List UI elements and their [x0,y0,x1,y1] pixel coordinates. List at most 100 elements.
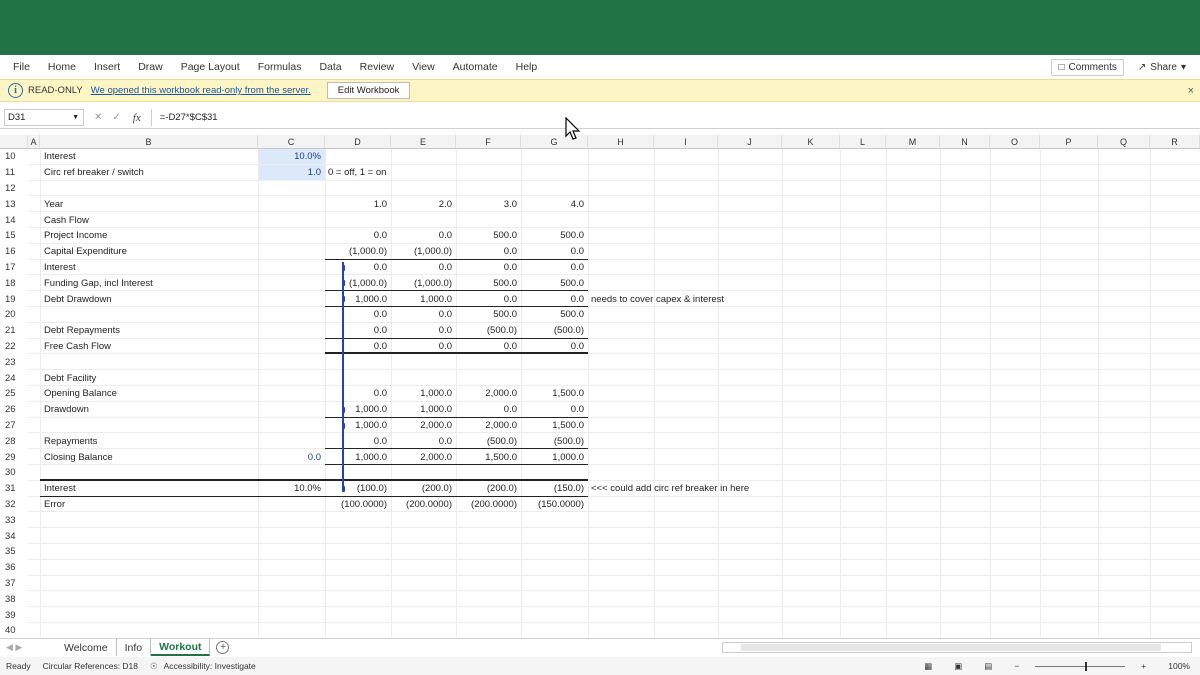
cell-g31[interactable]: (150.0) [521,481,588,497]
column-header-b[interactable]: B [40,135,258,149]
label-circ[interactable]: Circ ref breaker / switch [40,165,240,181]
row-header-27[interactable]: 27 [0,418,28,434]
cell-f25[interactable]: 2,000.0 [456,386,521,402]
status-accessibility[interactable]: Accessibility: Investigate [164,661,256,671]
cell-d20[interactable]: 0.0 [325,307,391,323]
row-header-24[interactable]: 24 [0,370,28,386]
cell-g21[interactable]: (500.0) [521,323,588,339]
name-box[interactable]: D31 ▼ [4,109,84,126]
column-header-f[interactable]: F [456,135,521,149]
cell-e31[interactable]: (200.0) [391,481,456,497]
cell-g29[interactable]: 1,000.0 [521,449,588,465]
column-header-d[interactable]: D [325,135,391,149]
formula-input[interactable]: =-D27*$C$31 [150,109,218,126]
label-fcf[interactable]: Free Cash Flow [40,339,240,355]
tab-help[interactable]: Help [507,55,547,79]
row-header-12[interactable]: 12 [0,181,28,197]
label-interest17[interactable]: Interest [40,260,240,276]
row-header-22[interactable]: 22 [0,339,28,355]
zoom-in-icon[interactable]: + [1141,661,1146,671]
cell-d21[interactable]: 0.0 [325,323,391,339]
sheet-tab-welcome[interactable]: Welcome [56,639,117,656]
cell-e13[interactable]: 2.0 [391,196,456,212]
zoom-out-icon[interactable]: − [1014,661,1019,671]
tab-page-layout[interactable]: Page Layout [172,55,249,79]
cell-f20[interactable]: 500.0 [456,307,521,323]
cell-d26[interactable]: 1,000.0 [325,402,391,418]
select-all-corner[interactable] [0,135,28,149]
row-header-20[interactable]: 20 [0,307,28,323]
label-funding-gap[interactable]: Funding Gap, incl Interest [40,275,240,291]
cell-d28[interactable]: 0.0 [325,433,391,449]
cell-f31[interactable]: (200.0) [456,481,521,497]
label-capex[interactable]: Capital Expenditure [40,244,240,260]
tab-insert[interactable]: Insert [85,55,129,79]
tab-formulas[interactable]: Formulas [249,55,311,79]
cell-e21[interactable]: 0.0 [391,323,456,339]
cell-e32[interactable]: (200.0000) [391,497,456,513]
note-h19[interactable]: needs to cover capex & interest [588,291,808,307]
tab-draw[interactable]: Draw [129,55,172,79]
status-circular-references[interactable]: Circular References: D18 [43,661,138,671]
normal-view-icon[interactable]: ▦ [924,661,932,672]
cell-g17[interactable]: 0.0 [521,260,588,276]
cell-g20[interactable]: 500.0 [521,307,588,323]
cell-d16[interactable]: (1,000.0) [325,244,391,260]
page-break-view-icon[interactable]: ▤ [984,661,992,672]
row-header-16[interactable]: 16 [0,244,28,260]
label-interest[interactable]: Interest [40,149,240,165]
cell-d18[interactable]: (1,000.0) [325,275,391,291]
tab-review[interactable]: Review [351,55,403,79]
cell-c31[interactable]: 10.0% [258,481,325,497]
cell-d29[interactable]: 1,000.0 [325,449,391,465]
column-header-m[interactable]: M [886,135,940,149]
row-header-38[interactable]: 38 [0,591,28,607]
label-debt-drawdown[interactable]: Debt Drawdown [40,291,240,307]
cell-e19[interactable]: 1,000.0 [391,291,456,307]
column-header-i[interactable]: I [654,135,718,149]
cancel-icon[interactable]: ✕ [94,112,102,123]
cell-d13[interactable]: 1.0 [325,196,391,212]
row-header-19[interactable]: 19 [0,291,28,307]
tab-home[interactable]: Home [39,55,85,79]
cell-e28[interactable]: 0.0 [391,433,456,449]
row-header-26[interactable]: 26 [0,402,28,418]
page-layout-view-icon[interactable]: ▣ [954,661,962,672]
cell-f17[interactable]: 0.0 [456,260,521,276]
horizontal-scrollbar[interactable] [722,642,1192,653]
column-header-j[interactable]: J [718,135,782,149]
cell-e15[interactable]: 0.0 [391,228,456,244]
cell-f26[interactable]: 0.0 [456,402,521,418]
cell-f15[interactable]: 500.0 [456,228,521,244]
label-drawdown[interactable]: Drawdown [40,402,240,418]
cell-g25[interactable]: 1,500.0 [521,386,588,402]
cell-g19[interactable]: 0.0 [521,291,588,307]
function-icon[interactable]: fx [133,112,141,124]
note-h31[interactable]: <<< could add circ ref breaker in here [588,481,848,497]
column-header-a[interactable]: A [28,135,40,149]
column-header-h[interactable]: H [588,135,654,149]
close-icon[interactable]: × [1188,85,1194,97]
cell-c10[interactable]: 10.0% [258,149,325,165]
tab-automate[interactable]: Automate [444,55,507,79]
zoom-slider[interactable] [1035,661,1126,671]
cell-c11[interactable]: 1.0 [258,165,325,181]
row-header-21[interactable]: 21 [0,323,28,339]
row-header-18[interactable]: 18 [0,275,28,291]
cell-f16[interactable]: 0.0 [456,244,521,260]
column-header-p[interactable]: P [1040,135,1098,149]
add-sheet-icon[interactable]: + [216,641,230,654]
cell-f21[interactable]: (500.0) [456,323,521,339]
label-project-income[interactable]: Project Income [40,228,240,244]
cell-f27[interactable]: 2,000.0 [456,418,521,434]
spreadsheet-grid[interactable]: A B C D E F G H I J K L M N O P Q R 10 11 12 13 14 15 16 17 18 19 20… [0,135,1200,637]
tab-view[interactable]: View [403,55,444,79]
cell-f29[interactable]: 1,500.0 [456,449,521,465]
cell-f13[interactable]: 3.0 [456,196,521,212]
cell-g16[interactable]: 0.0 [521,244,588,260]
sheet-nav-arrows[interactable]: ◀ ▶ [6,642,56,653]
cell-f19[interactable]: 0.0 [456,291,521,307]
cell-c29[interactable]: 0.0 [258,449,325,465]
row-header-15[interactable]: 15 [0,228,28,244]
column-header-q[interactable]: Q [1098,135,1150,149]
